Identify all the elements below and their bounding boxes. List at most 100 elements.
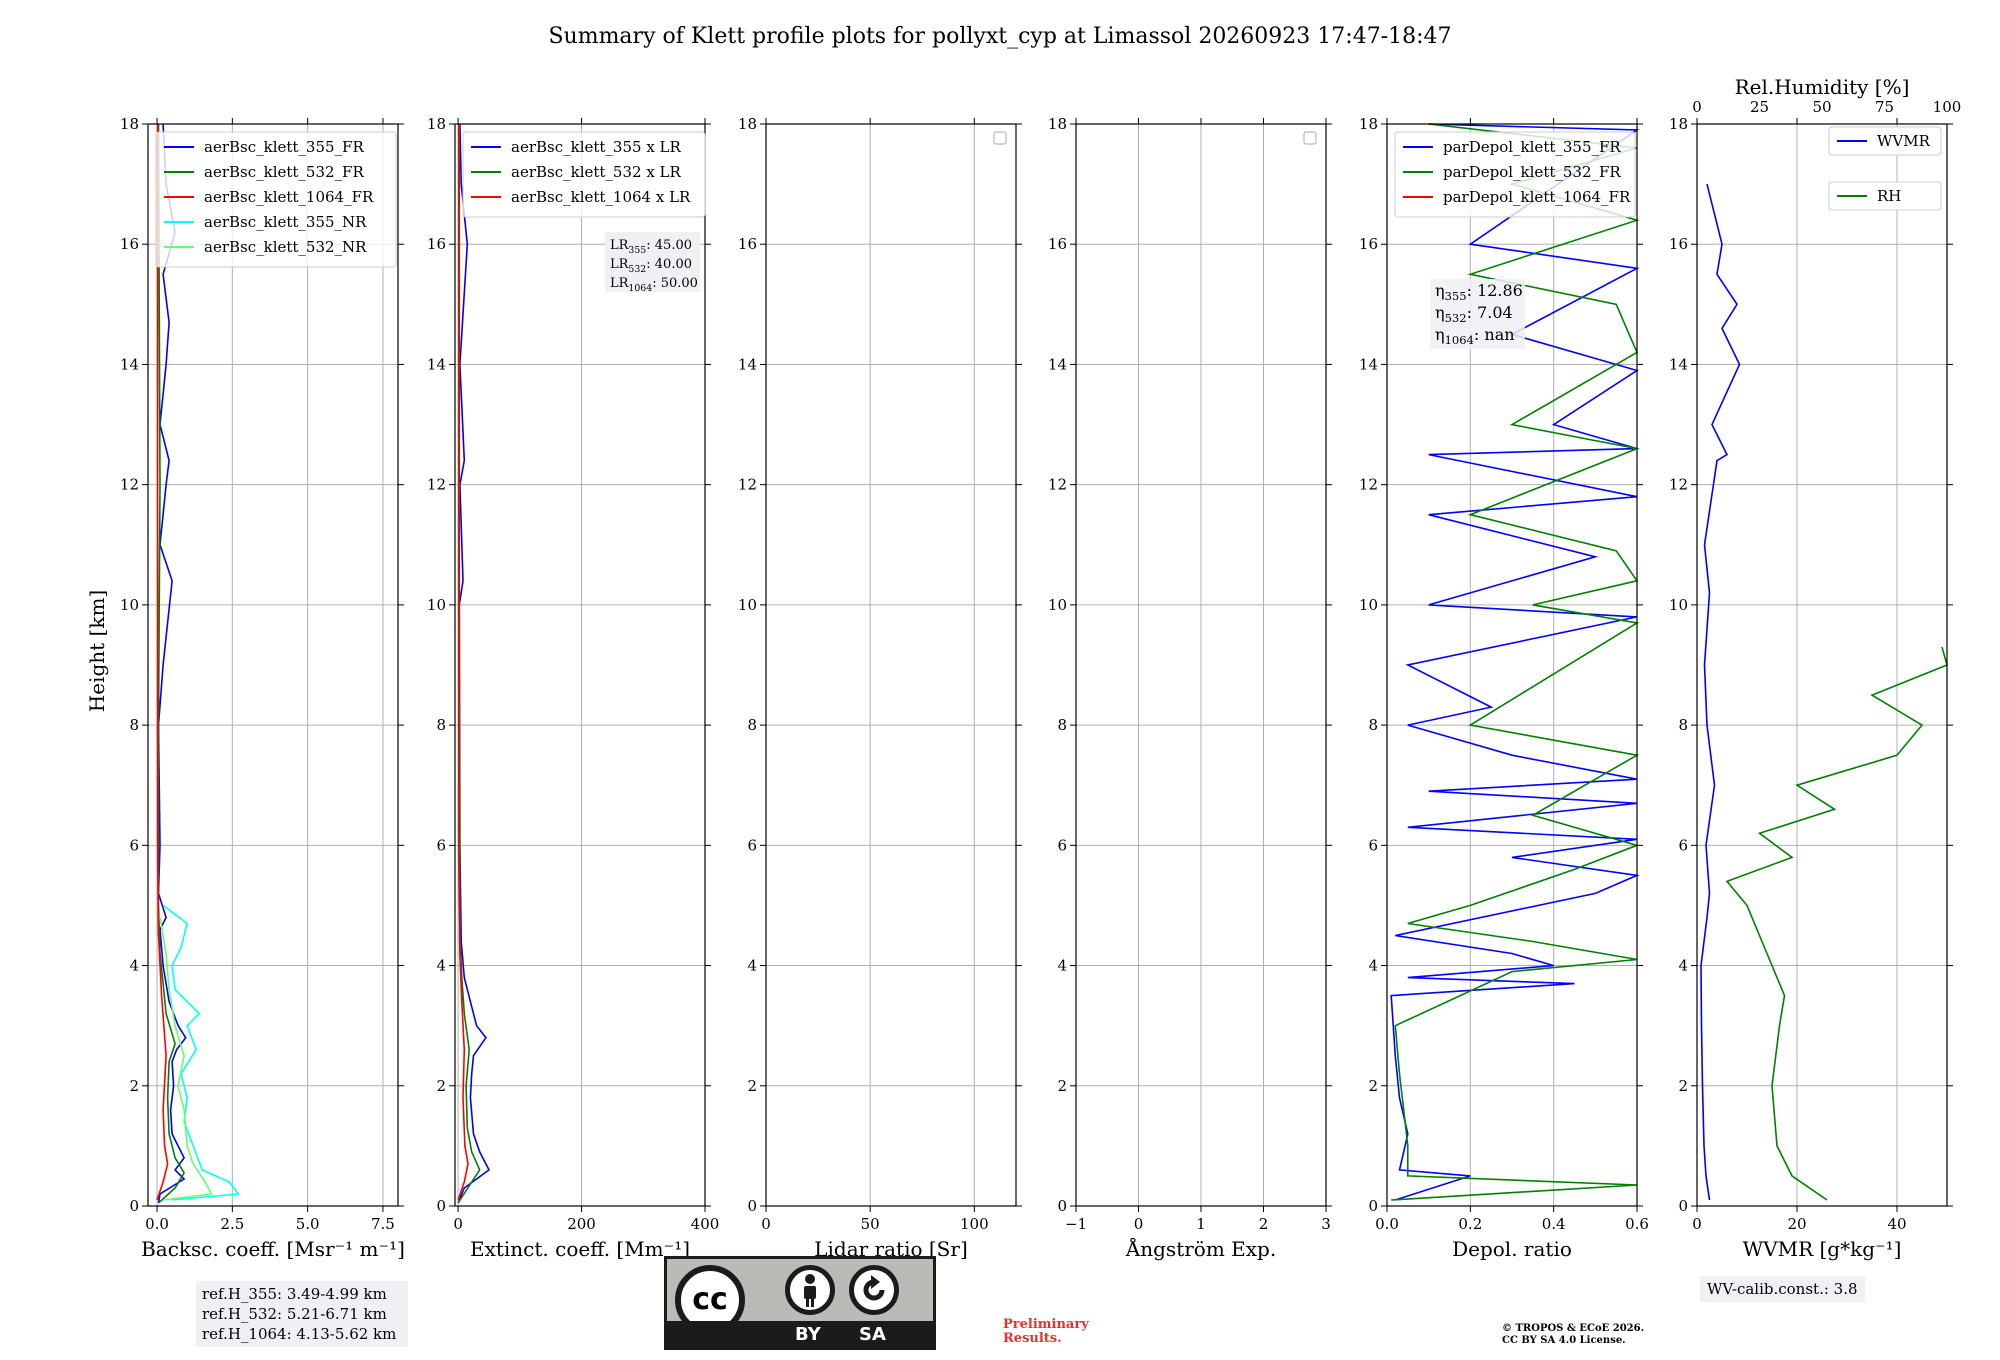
cc-sa-label: SA — [859, 1324, 886, 1345]
reference-height-box: ref.H_355: 3.49-4.99 km ref.H_532: 5.21-… — [196, 1281, 408, 1347]
y-tick-label: 0 — [129, 1197, 139, 1215]
copyright-note: © TROPOS & ECoE 2026. CC BY SA 4.0 Licen… — [1502, 1323, 1644, 1347]
y-tick-label: 16 — [1359, 235, 1378, 253]
y-tick-label: 10 — [427, 596, 446, 614]
x-tick-label: 0.0 — [1375, 1215, 1399, 1233]
panel-1: 0 2 4 6 8 10 12 14 16 18 0.0 2.5 5.0 7.5 Backsc. coeff… — [120, 115, 405, 1261]
y-tick-label: 18 — [1359, 115, 1378, 133]
x-axis-label: WVMR [g*kg⁻¹] — [1743, 1237, 1902, 1261]
y-tick-label: 6 — [1057, 836, 1067, 854]
y-tick-label: 16 — [1669, 235, 1688, 253]
y-tick-label: 0 — [436, 1197, 446, 1215]
legend-label-aerBsc_klett_1064_FR: aerBsc_klett_1064_FR — [204, 188, 374, 206]
top-tick-label: 50 — [1812, 98, 1831, 116]
y-tick-label: 18 — [1048, 115, 1067, 133]
x-tick-label: 100 — [960, 1215, 989, 1233]
preliminary-line-2: Results. — [1003, 1331, 1062, 1346]
y-tick-label: 12 — [738, 476, 757, 494]
copyright-line-2: CC BY SA 4.0 License. — [1502, 1335, 1626, 1346]
y-tick-label: 12 — [427, 476, 446, 494]
x-tick-label: 3 — [1321, 1215, 1331, 1233]
x-tick-label: 40 — [1887, 1215, 1906, 1233]
x-axis-label: Ångström Exp. — [1125, 1236, 1276, 1261]
y-tick-label: 12 — [1048, 476, 1067, 494]
y-tick-label: 16 — [120, 235, 139, 253]
ref-line-1064: ref.H_1064: 4.13-5.62 km — [202, 1325, 397, 1343]
top-tick-label: 25 — [1750, 98, 1769, 116]
legend-label-aerBsc_klett_532 x LR: aerBsc_klett_532 x LR — [511, 163, 682, 181]
cc-by-sa-logo: cc BY SA — [664, 1256, 936, 1350]
x-tick-label: 0 — [1692, 1215, 1702, 1233]
legend-label-parDepol_klett_1064_FR: parDepol_klett_1064_FR — [1443, 188, 1631, 206]
ref-line-532: ref.H_532: 5.21-6.71 km — [202, 1305, 387, 1323]
legend-label-WVMR: WVMR — [1877, 132, 1931, 150]
y-tick-label: 2 — [1678, 1077, 1688, 1095]
preliminary-note: Preliminary Results. — [1003, 1318, 1089, 1346]
y-tick-label: 14 — [120, 355, 139, 373]
y-tick-label: 8 — [1368, 716, 1378, 734]
legend-label-aerBsc_klett_532_NR: aerBsc_klett_532_NR — [204, 238, 367, 256]
y-tick-label: 12 — [1359, 476, 1378, 494]
share-alike-icon — [849, 1265, 899, 1315]
x-tick-label: 0 — [453, 1215, 463, 1233]
x-tick-label: 0.2 — [1458, 1215, 1482, 1233]
cc-by-label: BY — [795, 1324, 821, 1345]
top-tick-label: 100 — [1933, 98, 1962, 116]
y-tick-label: 6 — [436, 836, 446, 854]
figure: Summary of Klett profile plots for polly… — [85, 24, 1962, 1261]
y-tick-label: 18 — [1669, 115, 1688, 133]
x-tick-label: 20 — [1787, 1215, 1806, 1233]
y-tick-label: 14 — [427, 355, 446, 373]
x-tick-label: 400 — [691, 1215, 720, 1233]
panel-2: 0 2 4 6 8 10 12 14 16 18 0 200 400Extinct. coeff. [M… — [427, 115, 719, 1261]
legend-label-aerBsc_klett_355 x LR: aerBsc_klett_355 x LR — [511, 138, 682, 156]
x-tick-label: 0.0 — [145, 1215, 169, 1233]
x-tick-label: 7.5 — [371, 1215, 395, 1233]
y-tick-label: 8 — [436, 716, 446, 734]
y-tick-label: 0 — [747, 1197, 757, 1215]
y-tick-label: 4 — [1368, 957, 1378, 975]
y-tick-label: 18 — [427, 115, 446, 133]
empty-legend-box — [993, 131, 1007, 145]
axes-frame — [147, 123, 399, 1207]
y-tick-label: 18 — [738, 115, 757, 133]
wv-calib-box: WV-calib.const.: 3.8 — [1700, 1276, 1865, 1302]
legend-label-aerBsc_klett_355_FR: aerBsc_klett_355_FR — [204, 138, 364, 156]
y-axis-label: Height [km] — [85, 590, 109, 712]
y-tick-label: 2 — [436, 1077, 446, 1095]
y-tick-label: 14 — [1669, 355, 1688, 373]
x-axis-label: Depol. ratio — [1452, 1237, 1572, 1261]
y-tick-label: 10 — [1359, 596, 1378, 614]
y-tick-label: 2 — [1368, 1077, 1378, 1095]
y-tick-label: 4 — [747, 957, 757, 975]
y-tick-label: 14 — [738, 355, 757, 373]
legend-label-aerBsc_klett_355_NR: aerBsc_klett_355_NR — [204, 213, 367, 231]
x-tick-label: 1 — [1196, 1215, 1206, 1233]
y-tick-label: 6 — [129, 836, 139, 854]
y-tick-label: 16 — [427, 235, 446, 253]
y-tick-label: 8 — [129, 716, 139, 734]
axes-frame — [1696, 123, 1948, 1207]
series-line-aerBsc_klett_355 x LR — [457, 123, 491, 1204]
person-icon — [785, 1265, 835, 1315]
cc-license-band: BY SA — [667, 1321, 933, 1347]
series-line-WVMR — [1700, 183, 1741, 1201]
ref-line-355: ref.H_355: 3.49-4.99 km — [202, 1285, 387, 1303]
x-tick-label: 0.6 — [1625, 1215, 1649, 1233]
legend-label-RH: RH — [1877, 187, 1901, 205]
panel-5: 0 2 4 6 8 10 12 14 16 18 0.0 0.2 0.4 0.6 Depol. ratio p… — [1359, 115, 1649, 1261]
preliminary-line-1: Preliminary — [1003, 1317, 1089, 1332]
legend-label-parDepol_klett_355_FR: parDepol_klett_355_FR — [1443, 138, 1621, 156]
x-axis-label: Extinct. coeff. [Mm⁻¹] — [470, 1237, 690, 1261]
figure-title: Summary of Klett profile plots for polly… — [548, 24, 1451, 49]
y-tick-label: 4 — [1678, 957, 1688, 975]
y-tick-label: 10 — [738, 596, 757, 614]
y-tick-label: 10 — [120, 596, 139, 614]
legend-label-aerBsc_klett_532_FR: aerBsc_klett_532_FR — [204, 163, 364, 181]
y-tick-label: 16 — [1048, 235, 1067, 253]
y-tick-label: 0 — [1368, 1197, 1378, 1215]
panel-3: 0246810121416180 50 100Lidar ratio [Sr] — [738, 115, 1022, 1261]
series-line-aerBsc_klett_532_NR — [159, 917, 213, 1201]
series-line-RH — [1725, 646, 1948, 1201]
y-tick-label: 16 — [738, 235, 757, 253]
